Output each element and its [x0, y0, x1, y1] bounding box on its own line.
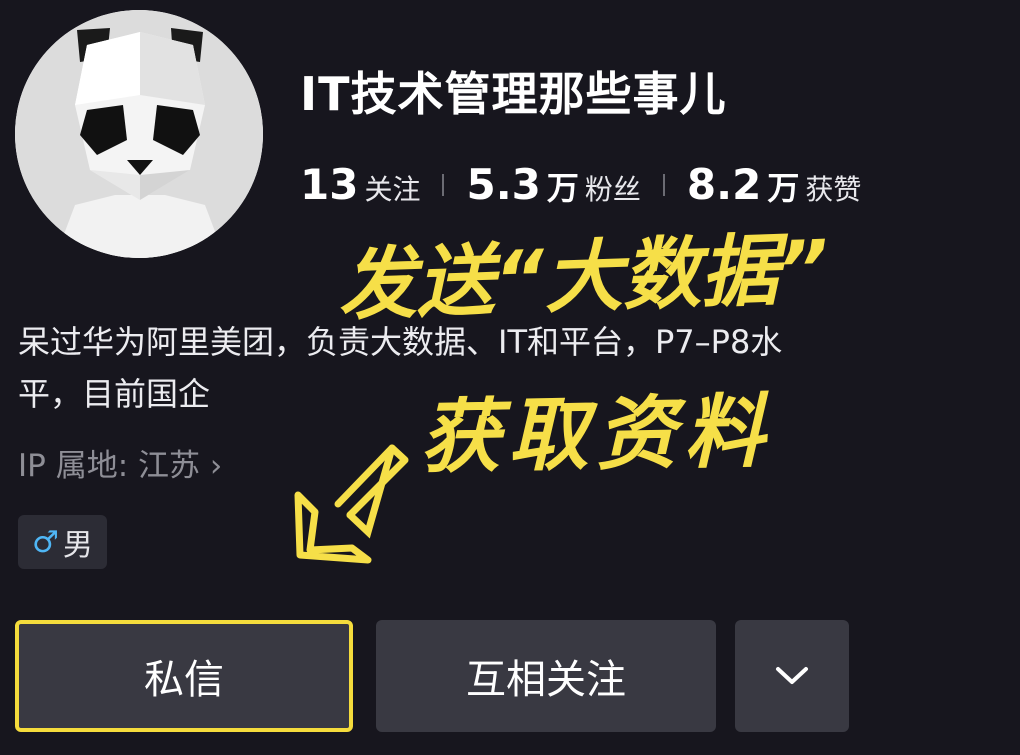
stat-divider — [662, 173, 665, 196]
bio-line: 呆过华为阿里美团，负责大数据、IT和平台，P7–P8水 — [18, 323, 783, 361]
stat-divider — [442, 173, 445, 196]
likes-unit: 万 — [767, 169, 800, 207]
more-options-button[interactable] — [735, 620, 849, 732]
mutual-follow-button-label: 互相关注 — [466, 657, 626, 703]
panda-mask-avatar-icon — [15, 10, 263, 258]
chevron-down-icon — [776, 667, 808, 684]
gender-label: 男 — [62, 528, 93, 563]
mutual-follow-button[interactable]: 互相关注 — [376, 620, 716, 732]
likes-count[interactable]: 8.2 — [687, 160, 761, 209]
overlay-promo-line2: 获取资料 — [419, 384, 773, 485]
gender-tag: ♂ 男 — [18, 515, 107, 569]
hand-drawn-arrow-icon — [280, 440, 420, 584]
profile-page: IT技术管理那些事儿 13 关注 5.3 万 粉丝 8.2 万 获赞 发送“大数… — [0, 0, 1020, 755]
followers-unit: 万 — [546, 169, 579, 207]
following-count[interactable]: 13 — [300, 160, 358, 209]
message-button-label: 私信 — [144, 657, 224, 703]
followers-count[interactable]: 5.3 — [466, 160, 540, 209]
profile-stats: 13 关注 5.3 万 粉丝 8.2 万 获赞 — [300, 160, 861, 209]
likes-label[interactable]: 获赞 — [805, 168, 861, 208]
following-label[interactable]: 关注 — [364, 168, 420, 208]
username: IT技术管理那些事儿 — [300, 67, 727, 121]
male-symbol-icon: ♂ — [32, 524, 59, 560]
ip-location[interactable]: IP 属地: 江苏 › — [18, 440, 222, 485]
avatar[interactable] — [15, 10, 263, 258]
followers-label[interactable]: 粉丝 — [585, 168, 641, 208]
message-button[interactable]: 私信 — [15, 620, 353, 732]
